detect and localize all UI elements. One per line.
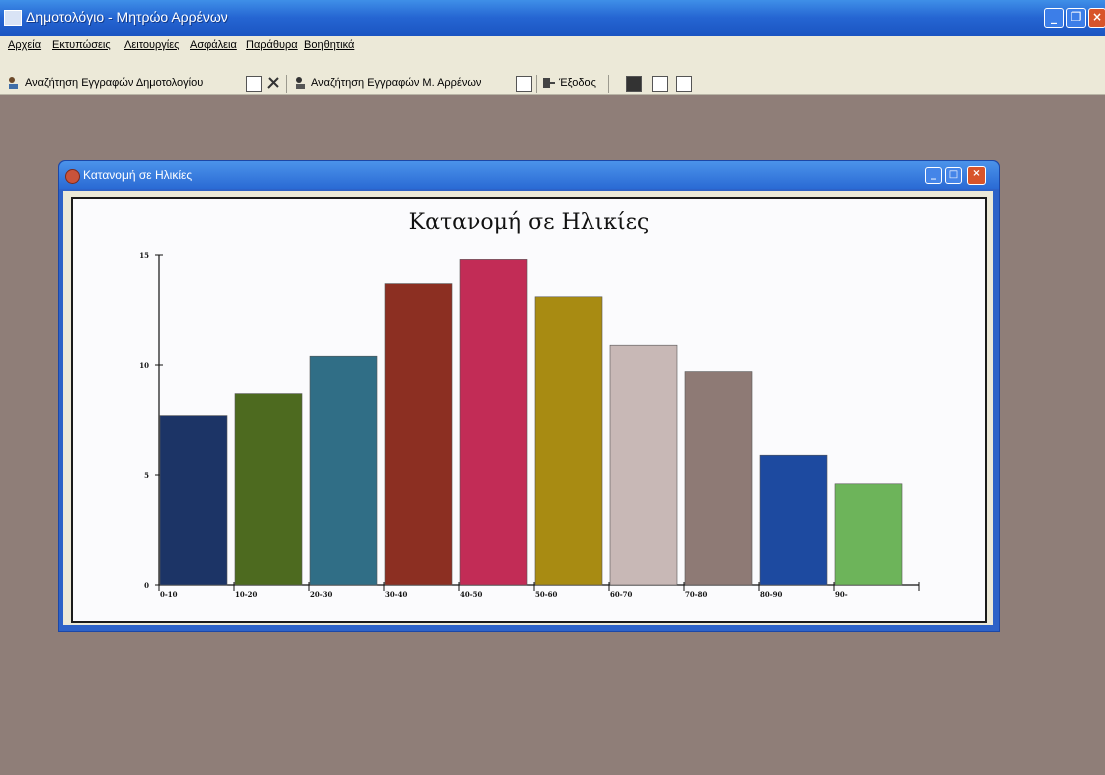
- age-distribution-window: Κατανομή σε Ηλικίες _ □ × Κατανομή σε Ηλ…: [58, 160, 1000, 632]
- minimize-button[interactable]: _: [1044, 8, 1064, 28]
- main-title-bar: Δημοτολόγιο - Μητρώο Αρρένων _ ❐ ×: [0, 0, 1105, 36]
- toolbar-separator: [286, 75, 287, 93]
- menu-functions[interactable]: Λειτουργίες: [124, 39, 179, 51]
- y-tick-label: 10: [139, 361, 149, 370]
- y-tick-label: 0: [144, 581, 149, 590]
- windows-icon[interactable]: [626, 76, 642, 92]
- menu-bar: Αρχεία Εκτυπώσεις Λειτουργίες Ασφάλεια Π…: [0, 36, 1105, 56]
- document-icon[interactable]: [246, 76, 262, 92]
- age-distribution-chart: Κατανομή σε Ηλικίες 0 5 10 15 0-10 10-20 20-30…: [139, 210, 920, 599]
- minimize-button[interactable]: _: [925, 167, 942, 184]
- tile-icon[interactable]: [652, 76, 668, 92]
- chart-title: Κατανομή σε Ηλικίες: [409, 210, 650, 235]
- toolbar: Αναζήτηση Εγγραφών Δημοτολογίου Αναζήτησ…: [0, 56, 1105, 95]
- search-male-registry-label: Αναζήτηση Εγγραφών Μ. Αρρένων: [311, 77, 482, 89]
- menu-tools[interactable]: Βοηθητικά: [304, 39, 354, 51]
- menu-files[interactable]: Αρχεία: [8, 39, 41, 51]
- bar: [384, 283, 453, 586]
- child-window-title: Κατανομή σε Ηλικίες: [83, 168, 193, 182]
- search-male-registry-button[interactable]: Αναζήτηση Εγγραφών Μ. Αρρένων: [294, 74, 481, 92]
- bar: [534, 296, 603, 586]
- y-tick-label: 5: [144, 471, 149, 480]
- x-tick-label: 90-: [835, 590, 848, 599]
- x-tick-label: 40-50: [460, 590, 483, 599]
- bar: [759, 454, 828, 586]
- x-tick-label: 30-40: [385, 590, 408, 599]
- child-window-body: Κατανομή σε Ηλικίες 0 5 10 15 0-10 10-20 20-30…: [63, 191, 993, 625]
- x-tick-label: 80-90: [760, 590, 783, 599]
- tools-icon: [267, 77, 279, 89]
- y-tick-label: 15: [139, 251, 149, 260]
- bar: [684, 371, 753, 586]
- exit-label: Έξοδος: [559, 77, 596, 89]
- menu-windows[interactable]: Παράθυρα: [246, 39, 298, 51]
- info-icon[interactable]: [676, 76, 692, 92]
- exit-button[interactable]: Έξοδος: [542, 74, 596, 92]
- x-tick-label: 20-30: [310, 590, 333, 599]
- x-tick-label: 60-70: [610, 590, 633, 599]
- document-icon[interactable]: [516, 76, 532, 92]
- menu-security[interactable]: Ασφάλεια: [190, 39, 237, 51]
- chart-frame: Κατανομή σε Ηλικίες 0 5 10 15 0-10 10-20 20-30…: [71, 197, 987, 623]
- search-municipal-button[interactable]: Αναζήτηση Εγγραφών Δημοτολογίου: [8, 74, 203, 92]
- x-tick-label: 70-80: [685, 590, 708, 599]
- window-title: Δημοτολόγιο - Μητρώο Αρρένων: [26, 9, 228, 25]
- tools-button[interactable]: [266, 74, 283, 92]
- close-button[interactable]: ×: [967, 166, 986, 185]
- bar: [309, 355, 378, 586]
- search-person-icon: [296, 77, 305, 90]
- bar: [459, 259, 528, 586]
- bar: [609, 344, 678, 586]
- bar: [234, 393, 303, 586]
- bar: [834, 483, 903, 586]
- exit-icon: [543, 78, 555, 89]
- toolbar-separator: [608, 75, 609, 93]
- x-tick-label: 50-60: [535, 590, 558, 599]
- maximize-button[interactable]: □: [945, 167, 962, 184]
- window-icon: [65, 169, 80, 184]
- close-button[interactable]: ×: [1088, 8, 1105, 28]
- menu-prints[interactable]: Εκτυπώσεις: [52, 39, 111, 51]
- x-tick-label: 10-20: [235, 590, 258, 599]
- x-tick-label: 0-10: [160, 590, 178, 599]
- app-icon[interactable]: [4, 10, 22, 26]
- bar: [159, 415, 228, 586]
- child-title-bar: Κατανομή σε Ηλικίες _ □ ×: [59, 161, 999, 189]
- search-person-icon: [9, 77, 18, 90]
- maximize-button[interactable]: ❐: [1066, 8, 1086, 28]
- toolbar-separator: [536, 75, 537, 93]
- search-municipal-label: Αναζήτηση Εγγραφών Δημοτολογίου: [25, 77, 204, 89]
